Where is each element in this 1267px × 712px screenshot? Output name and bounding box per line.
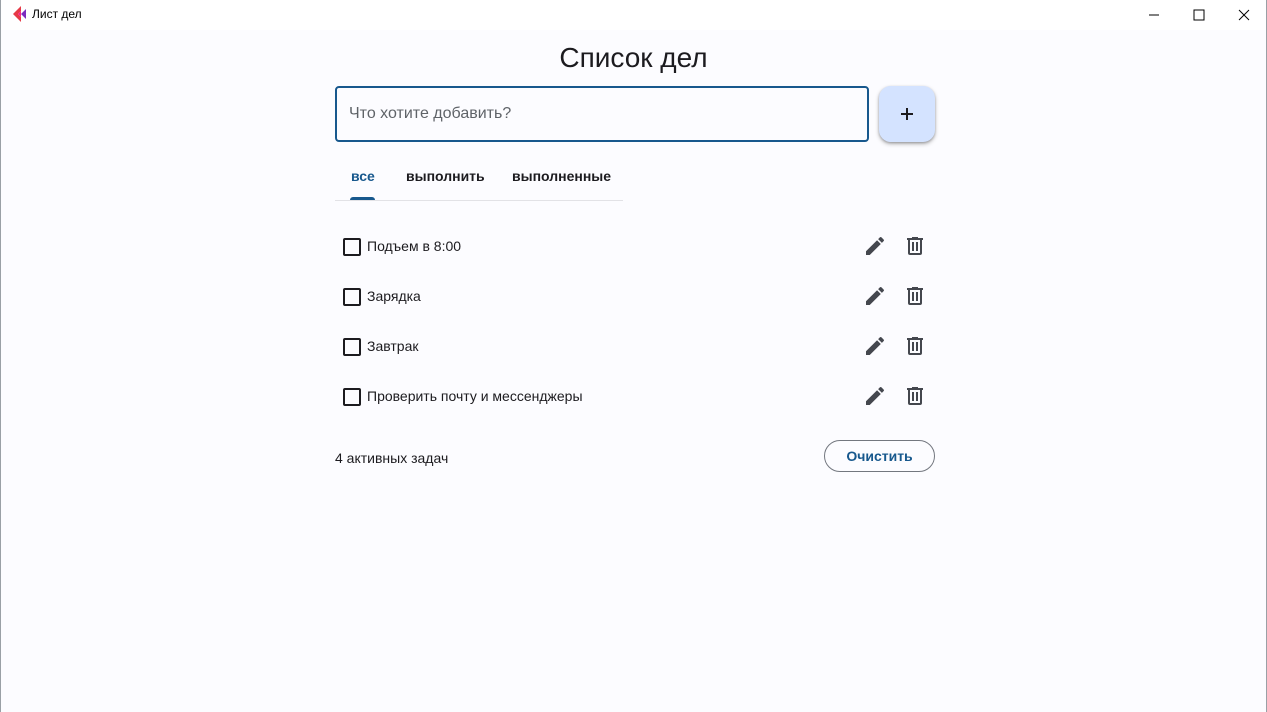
task-text: Подъем в 8:00 bbox=[367, 238, 462, 254]
task-item: Подъем в 8:00 bbox=[335, 230, 935, 280]
page-title: Список дел bbox=[559, 42, 708, 73]
active-task-count: 4 активных задач bbox=[335, 450, 449, 466]
main-content: Список дел все выполнить выполненные Под… bbox=[1, 30, 1266, 712]
task-text: Проверить почту и мессенджеры bbox=[367, 388, 583, 404]
close-button[interactable] bbox=[1221, 0, 1266, 30]
task-text: Зарядка bbox=[367, 288, 421, 304]
trash-icon[interactable] bbox=[903, 384, 927, 408]
plus-icon bbox=[901, 108, 913, 120]
tab-all[interactable]: все bbox=[351, 160, 375, 200]
task-checkbox[interactable] bbox=[343, 338, 361, 356]
window-title: Лист дел bbox=[32, 7, 82, 21]
close-icon bbox=[1238, 9, 1249, 21]
title-bar[interactable]: Лист дел bbox=[1, 0, 1266, 30]
app-window: Лист дел Список дел Что хотите добавить?… bbox=[0, 0, 1267, 712]
trash-icon[interactable] bbox=[903, 234, 927, 258]
app-logo-icon bbox=[13, 6, 26, 22]
maximize-icon bbox=[1193, 9, 1204, 21]
new-task-input[interactable] bbox=[335, 86, 869, 142]
task-checkbox[interactable] bbox=[343, 388, 361, 406]
minimize-icon bbox=[1148, 14, 1159, 16]
task-item: Проверить почту и мессенджеры bbox=[335, 380, 935, 430]
task-checkbox[interactable] bbox=[343, 238, 361, 256]
tab-done[interactable]: выполненные bbox=[512, 160, 611, 200]
tab-todo[interactable]: выполнить bbox=[406, 160, 485, 200]
tab-indicator bbox=[350, 197, 375, 200]
task-text: Завтрак bbox=[367, 338, 419, 354]
clear-button[interactable]: Очистить bbox=[824, 440, 935, 472]
edit-icon[interactable] bbox=[863, 334, 887, 358]
edit-icon[interactable] bbox=[863, 284, 887, 308]
trash-icon[interactable] bbox=[903, 284, 927, 308]
add-task-button[interactable] bbox=[879, 86, 935, 142]
filter-tabs: все выполнить выполненные bbox=[335, 160, 623, 201]
task-item: Завтрак bbox=[335, 330, 935, 380]
maximize-button[interactable] bbox=[1176, 0, 1221, 30]
edit-icon[interactable] bbox=[863, 234, 887, 258]
minimize-button[interactable] bbox=[1131, 0, 1176, 30]
edit-icon[interactable] bbox=[863, 384, 887, 408]
task-checkbox[interactable] bbox=[343, 288, 361, 306]
trash-icon[interactable] bbox=[903, 334, 927, 358]
task-item: Зарядка bbox=[335, 280, 935, 330]
